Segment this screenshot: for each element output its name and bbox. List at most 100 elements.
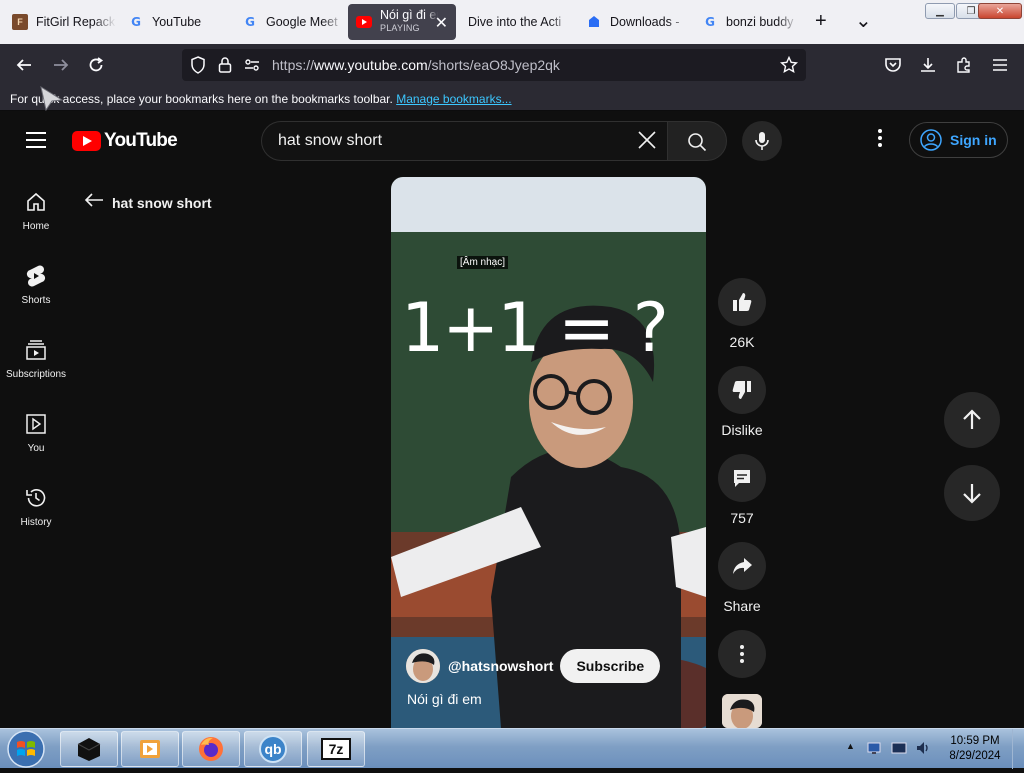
comments-button[interactable]: 757 <box>718 454 766 526</box>
reload-icon[interactable] <box>85 54 107 76</box>
settings-more-icon[interactable] <box>870 129 890 153</box>
back-arrow-icon[interactable] <box>13 54 35 76</box>
start-button[interactable] <box>6 730 46 768</box>
channel-handle[interactable]: @hatsnowshort <box>448 658 553 674</box>
previous-short-button[interactable] <box>944 392 1000 448</box>
thumbs-up-icon <box>718 278 766 326</box>
arrow-up-icon <box>963 409 981 429</box>
taskbar-media-player[interactable] <box>121 731 179 767</box>
system-clock[interactable]: 10:59 PM 8/29/2024 <box>940 734 1010 764</box>
bookmark-star-icon[interactable] <box>779 55 799 79</box>
url-path: /shorts/eaO8Jyep2qk <box>427 57 560 73</box>
volume-tray-icon[interactable] <box>915 740 931 761</box>
youtube-masthead: YouTube Sign in <box>0 111 1024 171</box>
firefox-app-icon <box>199 737 223 761</box>
browser-tab-strip: F FitGirl Repack G YouTube G Google Meet… <box>0 0 1024 44</box>
bookmarks-hint: For quick access, place your bookmarks h… <box>10 92 393 106</box>
list-all-tabs-button[interactable]: ⌄ <box>855 8 872 33</box>
tab-fitgirl[interactable]: F FitGirl Repack <box>4 4 116 40</box>
tab-title: Nói gì đi em <box>380 8 447 22</box>
display-tray-icon[interactable] <box>891 740 907 761</box>
taskbar-7zip[interactable]: 7z <box>307 731 365 767</box>
music-caption: [Âm nhạc] <box>457 256 509 269</box>
youtube-wordmark: YouTube <box>104 130 178 151</box>
home-icon <box>24 190 48 214</box>
tab-youtube[interactable]: G YouTube <box>120 4 230 40</box>
shield-icon[interactable] <box>190 56 206 79</box>
google-favicon: G <box>131 15 141 29</box>
url-bar[interactable]: https://www.youtube.com/shorts/eaO8Jyep2… <box>182 49 806 81</box>
tab-bonzi-buddy[interactable]: G bonzi buddy <box>694 4 798 40</box>
history-icon <box>24 486 48 510</box>
forward-arrow-icon[interactable] <box>50 54 72 76</box>
show-desktop-button[interactable] <box>1012 729 1024 769</box>
extensions-icon[interactable] <box>953 54 975 76</box>
subscribe-button[interactable]: Subscribe <box>560 649 661 683</box>
app-menu-icon[interactable] <box>989 54 1011 76</box>
guide-label: You <box>27 443 45 454</box>
back-arrow-icon <box>84 191 104 214</box>
video-title[interactable]: Nói gì đi em <box>407 691 482 707</box>
tab-dive-into[interactable]: Dive into the Acti <box>460 4 572 40</box>
taskbar-firefox[interactable] <box>182 731 240 767</box>
permissions-icon[interactable] <box>244 58 260 77</box>
taskbar-terminal[interactable] <box>60 731 118 767</box>
windows-taskbar: qb 7z ▲ 10:59 PM 8/29/2024 <box>0 728 1024 769</box>
clear-search-icon[interactable] <box>637 130 657 156</box>
guide-item-you[interactable]: You <box>0 412 72 482</box>
minimize-button[interactable]: ▁ <box>925 3 955 19</box>
like-count: 26K <box>729 334 755 350</box>
show-hidden-icons-icon[interactable]: ▲ <box>846 741 855 751</box>
guide-label: History <box>20 517 52 528</box>
youtube-play-logo-icon <box>72 131 101 151</box>
video-frame <box>391 177 706 728</box>
close-window-button[interactable]: ✕ <box>978 3 1022 19</box>
puzzle-favicon <box>586 14 602 30</box>
guide-item-home[interactable]: Home <box>0 190 72 260</box>
guide-item-history[interactable]: History <box>0 486 72 556</box>
search-input[interactable] <box>278 130 618 152</box>
tab-google-meet[interactable]: G Google Meet <box>234 4 344 40</box>
lock-icon[interactable] <box>218 56 232 79</box>
channel-avatar[interactable] <box>406 649 440 683</box>
share-button[interactable]: Share <box>718 542 766 614</box>
manage-bookmarks-link[interactable]: Manage bookmarks... <box>396 92 511 106</box>
youtube-logo[interactable]: YouTube <box>72 130 178 152</box>
like-button[interactable]: 26K <box>718 278 766 350</box>
guide-item-shorts[interactable]: Shorts <box>0 264 72 334</box>
downloads-icon[interactable] <box>917 54 939 76</box>
dislike-label: Dislike <box>721 422 763 438</box>
more-actions-button[interactable] <box>718 630 766 686</box>
tab-playing-video[interactable]: Nói gì đi em PLAYING ✕ <box>348 4 456 40</box>
more-vertical-icon <box>718 630 766 678</box>
next-short-button[interactable] <box>944 465 1000 521</box>
url-host: www.youtube.com <box>314 57 428 73</box>
guide-menu-icon[interactable] <box>26 132 46 148</box>
guide-item-subscriptions[interactable]: Subscriptions <box>0 338 72 408</box>
subscriptions-icon <box>24 338 48 362</box>
shorts-video-player[interactable]: [Âm nhạc] 1+1 = ? @hatsnowshort Subscrib… <box>391 177 706 728</box>
back-link-label: hat snow short <box>112 194 212 211</box>
clock-time: 10:59 PM <box>950 735 1000 747</box>
sign-in-button[interactable]: Sign in <box>909 122 1008 158</box>
url-prefix: https:// <box>272 57 315 73</box>
guide-label: Subscriptions <box>5 369 67 380</box>
qbittorrent-app-icon: qb <box>259 735 287 763</box>
taskbar-qbittorrent[interactable]: qb <box>244 731 302 767</box>
network-tray-icon[interactable] <box>866 740 882 761</box>
dislike-button[interactable]: Dislike <box>718 366 766 438</box>
shorts-back-link[interactable]: hat snow short <box>84 191 212 214</box>
you-icon <box>24 412 48 436</box>
url-text[interactable]: https://www.youtube.com/shorts/eaO8Jyep2… <box>272 57 560 73</box>
thumbs-down-icon <box>718 366 766 414</box>
sound-thumbnail[interactable] <box>722 694 762 728</box>
tab-title: Dive into the Acti <box>468 15 562 29</box>
pocket-icon[interactable] <box>882 54 904 76</box>
search-button[interactable] <box>667 121 727 161</box>
voice-search-button[interactable] <box>742 121 782 161</box>
account-icon <box>920 129 942 151</box>
new-tab-button[interactable]: + <box>815 10 827 33</box>
close-tab-icon[interactable]: ✕ <box>435 13 448 33</box>
tab-downloads[interactable]: Downloads - <box>578 4 690 40</box>
channel-row: @hatsnowshort Subscribe <box>406 649 661 683</box>
